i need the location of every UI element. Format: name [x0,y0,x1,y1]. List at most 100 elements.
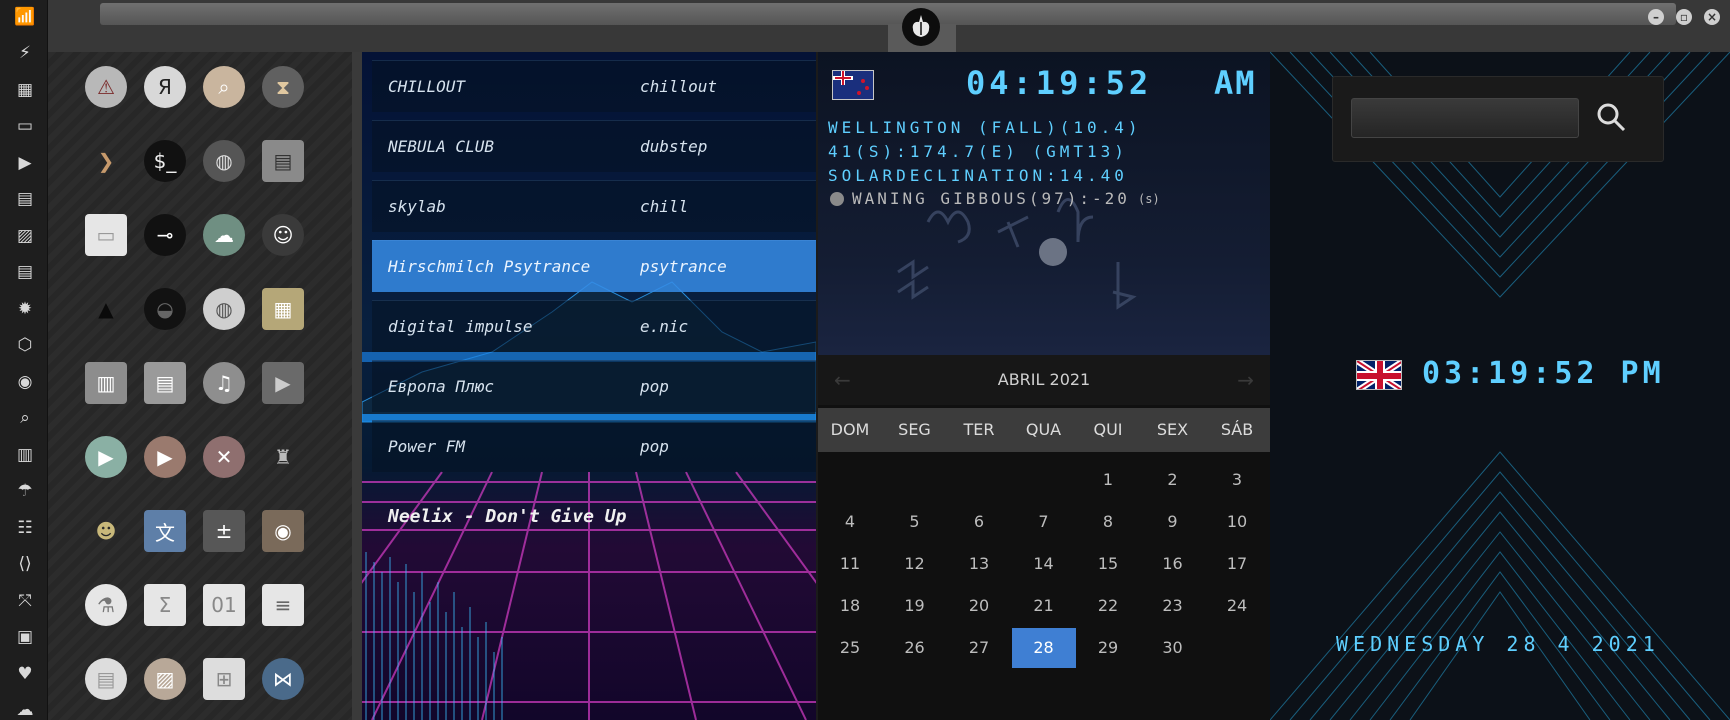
calendar-next-button[interactable]: → [1237,355,1254,405]
station-row[interactable]: NEBULA CLUB dubstep [372,120,816,172]
calendar-day[interactable]: 22 [1076,586,1140,626]
galactic-empire-icon[interactable]: ✹ [14,298,36,320]
steam-icon[interactable]: ⊸ [144,214,186,256]
yandex-icon[interactable]: Я [144,66,186,108]
station-row[interactable]: CHILLOUT chillout [372,60,816,112]
play-icon[interactable]: ▶ [14,152,36,174]
video-icon[interactable]: ▶ [262,362,304,404]
calendar-day[interactable]: 15 [1076,544,1140,584]
calendar-day[interactable]: 18 [818,586,882,626]
window-icon[interactable]: ▭ [85,214,127,256]
hourglass-icon[interactable]: ⧗ [262,66,304,108]
starfleet-icon[interactable]: ▲ [85,288,127,330]
translate-icon[interactable]: 文 [144,510,186,552]
station-row[interactable]: Hirschmilch Psytrance psytrance [372,240,816,292]
calendar-day[interactable]: 3 [1205,460,1269,500]
calendar-day[interactable]: 11 [818,544,882,584]
search-icon[interactable]: ⌕ [203,66,245,108]
umbrella-icon[interactable]: ☂ [14,481,36,503]
map-book-icon[interactable]: ▤ [14,189,36,211]
calendar-day[interactable]: 19 [883,586,947,626]
presentation-icon[interactable]: ⊞ [203,658,245,700]
vscode-icon[interactable]: ⋈ [262,658,304,700]
printer-icon[interactable]: ▤ [262,140,304,182]
youtube-icon[interactable]: ▣ [14,627,36,649]
robot-icon[interactable]: ♜ [262,436,304,478]
expand-icon[interactable]: ⤧ [14,590,36,612]
terminal-icon[interactable]: $_ [144,140,186,182]
text-icon[interactable]: ≡ [262,584,304,626]
note-icon[interactable]: ▤ [85,658,127,700]
globe-icon[interactable]: ◍ [203,140,245,182]
sigma-icon[interactable]: Σ [144,584,186,626]
station-row[interactable]: digital impulse e.nic [372,300,816,352]
calendar-day[interactable]: 8 [1076,502,1140,542]
calendar-day[interactable]: 12 [883,544,947,584]
calendar-day[interactable]: 17 [1205,544,1269,584]
forward-icon[interactable]: ❯ [85,140,127,182]
hexagon-icon[interactable]: ⬡ [14,335,36,357]
music-icon[interactable]: ♫ [203,362,245,404]
rebel-alliance-logo-icon[interactable] [902,8,940,46]
c3po-icon[interactable]: ☻ [85,510,127,552]
calendar-day[interactable]: 16 [1141,544,1205,584]
globe-icon[interactable]: ◉ [14,371,36,393]
windows-icon[interactable]: ▦ [14,79,36,101]
station-row[interactable]: Европа Плюс pop [372,360,816,412]
archive-icon[interactable]: ▭ [14,116,36,138]
search-icon[interactable]: ⌕ [14,408,36,430]
calendar-day[interactable]: 27 [947,628,1011,668]
news-icon[interactable]: ▤ [14,262,36,284]
calendar-day[interactable]: 2 [1141,460,1205,500]
cloud-upload-icon[interactable]: ☁ [203,214,245,256]
world-map-icon[interactable]: ▦ [262,288,304,330]
calendar-day[interactable]: 20 [947,586,1011,626]
picture-icon[interactable]: ▨ [144,658,186,700]
document-icon[interactable]: ▤ [144,362,186,404]
maximize-icon[interactable]: ▫ [1676,9,1692,25]
youtube-icon[interactable]: ▶ [144,436,186,478]
calendar-day[interactable]: 1 [1076,460,1140,500]
station-row[interactable]: Power FM pop [372,420,816,472]
calendar-day[interactable]: 4 [818,502,882,542]
calendar-day[interactable]: 26 [883,628,947,668]
death-star-icon[interactable]: ◒ [144,288,186,330]
code-icon[interactable]: ⟨⟩ [14,554,36,576]
calendar-day[interactable]: 9 [1141,502,1205,542]
image-icon[interactable]: ▨ [14,225,36,247]
photo-icon[interactable]: ◉ [262,510,304,552]
binary-file-icon[interactable]: 01 [203,584,245,626]
station-row[interactable]: skylab chill [372,180,816,232]
close-circle-icon[interactable]: ✕ [203,436,245,478]
contact-icon[interactable]: ☷ [14,517,36,539]
play-icon[interactable]: ▶ [85,436,127,478]
calendar-day[interactable]: 24 [1205,586,1269,626]
search-icon[interactable] [1595,101,1627,133]
calendar-day[interactable]: 13 [947,544,1011,584]
heart-icon[interactable]: ♥ [14,663,36,685]
close-icon[interactable]: × [1704,9,1720,25]
calendar-day[interactable]: 10 [1205,502,1269,542]
calendar-day[interactable]: 30 [1141,628,1205,668]
calendar-day[interactable]: 23 [1141,586,1205,626]
wifi-icon[interactable]: 📶 [14,6,36,28]
flask-icon[interactable]: ⚗ [85,584,127,626]
calendar-day[interactable]: 5 [883,502,947,542]
calendar-day[interactable]: 6 [947,502,1011,542]
calendar-day-selected[interactable]: 28 [1011,628,1076,668]
calendar-prev-button[interactable]: ← [834,355,851,405]
github-icon[interactable]: ☺ [262,214,304,256]
cloud-icon[interactable]: ☁ [14,700,36,720]
lightning-icon[interactable]: ⚡ [14,43,36,65]
calendar-day[interactable]: 7 [1012,502,1076,542]
calendar-day[interactable]: 25 [818,628,882,668]
warning-icon[interactable]: ⚠ [85,66,127,108]
wikipedia-icon[interactable]: ◍ [203,288,245,330]
calendar-day[interactable]: 29 [1076,628,1140,668]
archive-icon[interactable]: ▥ [85,362,127,404]
calendar-day[interactable]: 14 [1012,544,1076,584]
search-input[interactable] [1351,98,1579,138]
map-icon[interactable]: ▥ [14,444,36,466]
calendar-day[interactable]: 21 [1012,586,1076,626]
minimize-icon[interactable]: – [1648,9,1664,25]
